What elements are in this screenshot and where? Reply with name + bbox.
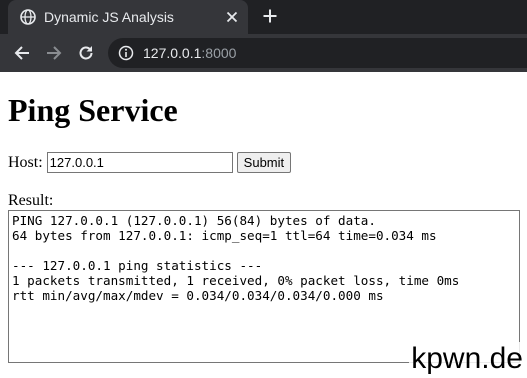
submit-button[interactable]: Submit [236, 152, 292, 173]
browser-tab-strip: Dynamic JS Analysis [0, 0, 527, 34]
url-host: 127.0.0.1 [143, 45, 202, 61]
result-textarea[interactable]: PING 127.0.0.1 (127.0.0.1) 56(84) bytes … [8, 210, 520, 363]
result-label: Result: [8, 192, 54, 209]
back-arrow-icon[interactable] [13, 44, 31, 62]
browser-tab[interactable]: Dynamic JS Analysis [8, 0, 248, 34]
watermark: kpwn.de [409, 342, 525, 376]
info-icon[interactable] [118, 45, 134, 61]
close-icon[interactable] [224, 9, 240, 25]
page-title: Ping Service [8, 92, 178, 128]
ping-form: Host: Submit [8, 152, 292, 173]
reload-icon[interactable] [77, 44, 95, 62]
host-label: Host: [8, 153, 43, 171]
address-bar[interactable]: 127.0.0.1:8000 [108, 38, 527, 68]
forward-arrow-icon[interactable] [45, 44, 63, 62]
plus-icon[interactable] [262, 8, 278, 24]
globe-icon [20, 9, 36, 25]
url-port: :8000 [201, 45, 237, 61]
tab-title: Dynamic JS Analysis [44, 9, 174, 25]
url-text: 127.0.0.1:8000 [143, 45, 236, 61]
host-input[interactable] [46, 152, 233, 173]
browser-toolbar: 127.0.0.1:8000 [0, 34, 527, 72]
